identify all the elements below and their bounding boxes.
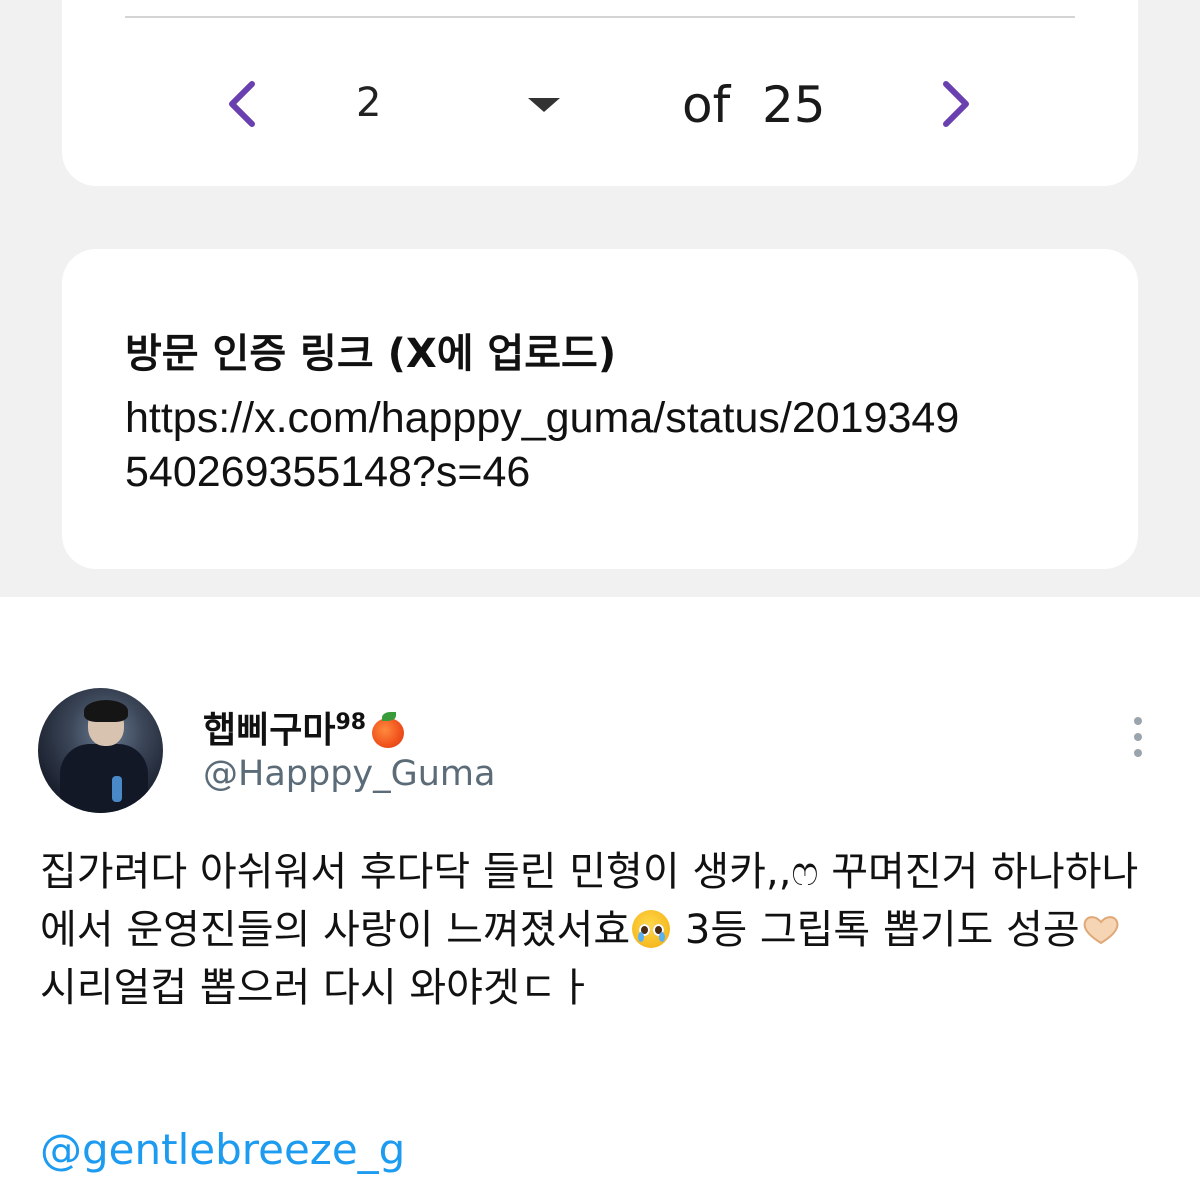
visit-proof-title: 방문 인증 링크 (X에 업로드) (125, 331, 617, 377)
divider (125, 16, 1075, 18)
next-page-button[interactable] (936, 76, 976, 132)
display-name-suffix: 98 (335, 710, 367, 735)
prev-page-button[interactable] (222, 76, 262, 132)
tweet-text-part: 3등 그립톡 뽑기도 성공 (672, 907, 1080, 953)
display-name[interactable]: 햅삐구마98 (203, 701, 408, 753)
visit-proof-card: 방문 인증 링크 (X에 업로드) https://x.com/happpy_g… (62, 249, 1138, 569)
visit-proof-url[interactable]: https://x.com/happpy_guma/status/2019349… (125, 391, 965, 499)
tweet-card: 햅삐구마98 @Happpy_Guma 집가려다 아쉬워서 후다닥 들린 민형이… (0, 597, 1200, 1200)
more-options-icon[interactable] (1128, 715, 1148, 759)
page-number-dropdown[interactable]: 2 (342, 72, 572, 136)
pagination-card: 2 of 25 (62, 0, 1138, 186)
display-name-text: 햅삐구마 (203, 710, 336, 751)
tweet-text-part: 시리얼컵 뽑으러 다시 와야겟ㄷㅏ (40, 965, 594, 1011)
current-page-number: 2 (356, 80, 382, 126)
mention-link[interactable]: @gentlebreeze_g (40, 1125, 405, 1174)
heart-hands-icon (1080, 909, 1122, 949)
chevron-left-icon (229, 81, 255, 127)
total-pages-label: of 25 (682, 76, 826, 134)
peach-icon (368, 710, 408, 750)
caret-down-icon (528, 98, 560, 112)
tweet-text: 집가려다 아쉬워서 후다닥 들린 민형이 생카,,ෆ 꾸며진거 하나하나에서 운… (40, 843, 1170, 1017)
chevron-right-icon (943, 81, 969, 127)
avatar[interactable] (38, 688, 163, 813)
pleading-face-icon (630, 909, 672, 949)
user-handle[interactable]: @Happpy_Guma (203, 754, 495, 794)
